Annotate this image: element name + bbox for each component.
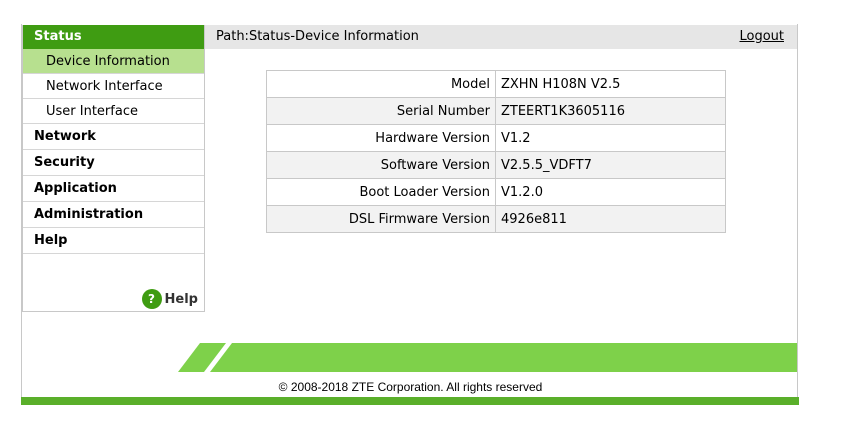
sidebar-item-network-interface[interactable]: Network Interface xyxy=(23,74,204,99)
row-value: 4926e811 xyxy=(495,205,726,233)
table-row: Serial Number ZTEERT1K3605116 xyxy=(266,97,726,125)
table-row: DSL Firmware Version 4926e811 xyxy=(266,205,726,233)
footer-band-main xyxy=(210,343,797,372)
logout-link[interactable]: Logout xyxy=(739,25,784,49)
sidebar-item-device-information[interactable]: Device Information xyxy=(23,49,204,74)
row-value: V2.5.5_VDFT7 xyxy=(495,151,726,179)
help-link-label: Help xyxy=(164,291,198,307)
row-label: Boot Loader Version xyxy=(266,178,496,206)
sidebar-section-administration[interactable]: Administration xyxy=(23,202,204,228)
table-row: Hardware Version V1.2 xyxy=(266,124,726,152)
sidebar-section-network[interactable]: Network xyxy=(23,124,204,150)
footer-decoration-band xyxy=(178,343,797,372)
device-info-table: Model ZXHN H108N V2.5 Serial Number ZTEE… xyxy=(266,70,726,233)
sidebar-section-help[interactable]: Help xyxy=(23,228,204,254)
sidebar-menu: Status Device Information Network Interf… xyxy=(22,25,205,312)
row-label: Hardware Version xyxy=(266,124,496,152)
bottom-bar xyxy=(21,397,799,405)
row-label: DSL Firmware Version xyxy=(266,205,496,233)
row-label: Serial Number xyxy=(266,97,496,125)
row-value: ZXHN H108N V2.5 xyxy=(495,70,726,98)
row-label: Model xyxy=(266,70,496,98)
row-value: V1.2 xyxy=(495,124,726,152)
copyright-text: © 2008-2018 ZTE Corporation. All rights … xyxy=(278,380,543,394)
sidebar-section-application[interactable]: Application xyxy=(23,176,204,202)
help-icon: ? xyxy=(141,289,162,309)
table-row: Software Version V2.5.5_VDFT7 xyxy=(266,151,726,179)
sidebar-section-status[interactable]: Status xyxy=(23,25,204,49)
sidebar-section-security[interactable]: Security xyxy=(23,150,204,176)
row-value: V1.2.0 xyxy=(495,178,726,206)
row-value: ZTEERT1K3605116 xyxy=(495,97,726,125)
path-bar: Path:Status-Device Information Logout xyxy=(205,25,797,49)
row-label: Software Version xyxy=(266,151,496,179)
help-link[interactable]: ? Help xyxy=(141,289,198,309)
sidebar-item-user-interface[interactable]: User Interface xyxy=(23,99,204,124)
table-row: Boot Loader Version V1.2.0 xyxy=(266,178,726,206)
table-row: Model ZXHN H108N V2.5 xyxy=(266,70,726,98)
breadcrumb: Path:Status-Device Information xyxy=(216,29,419,44)
